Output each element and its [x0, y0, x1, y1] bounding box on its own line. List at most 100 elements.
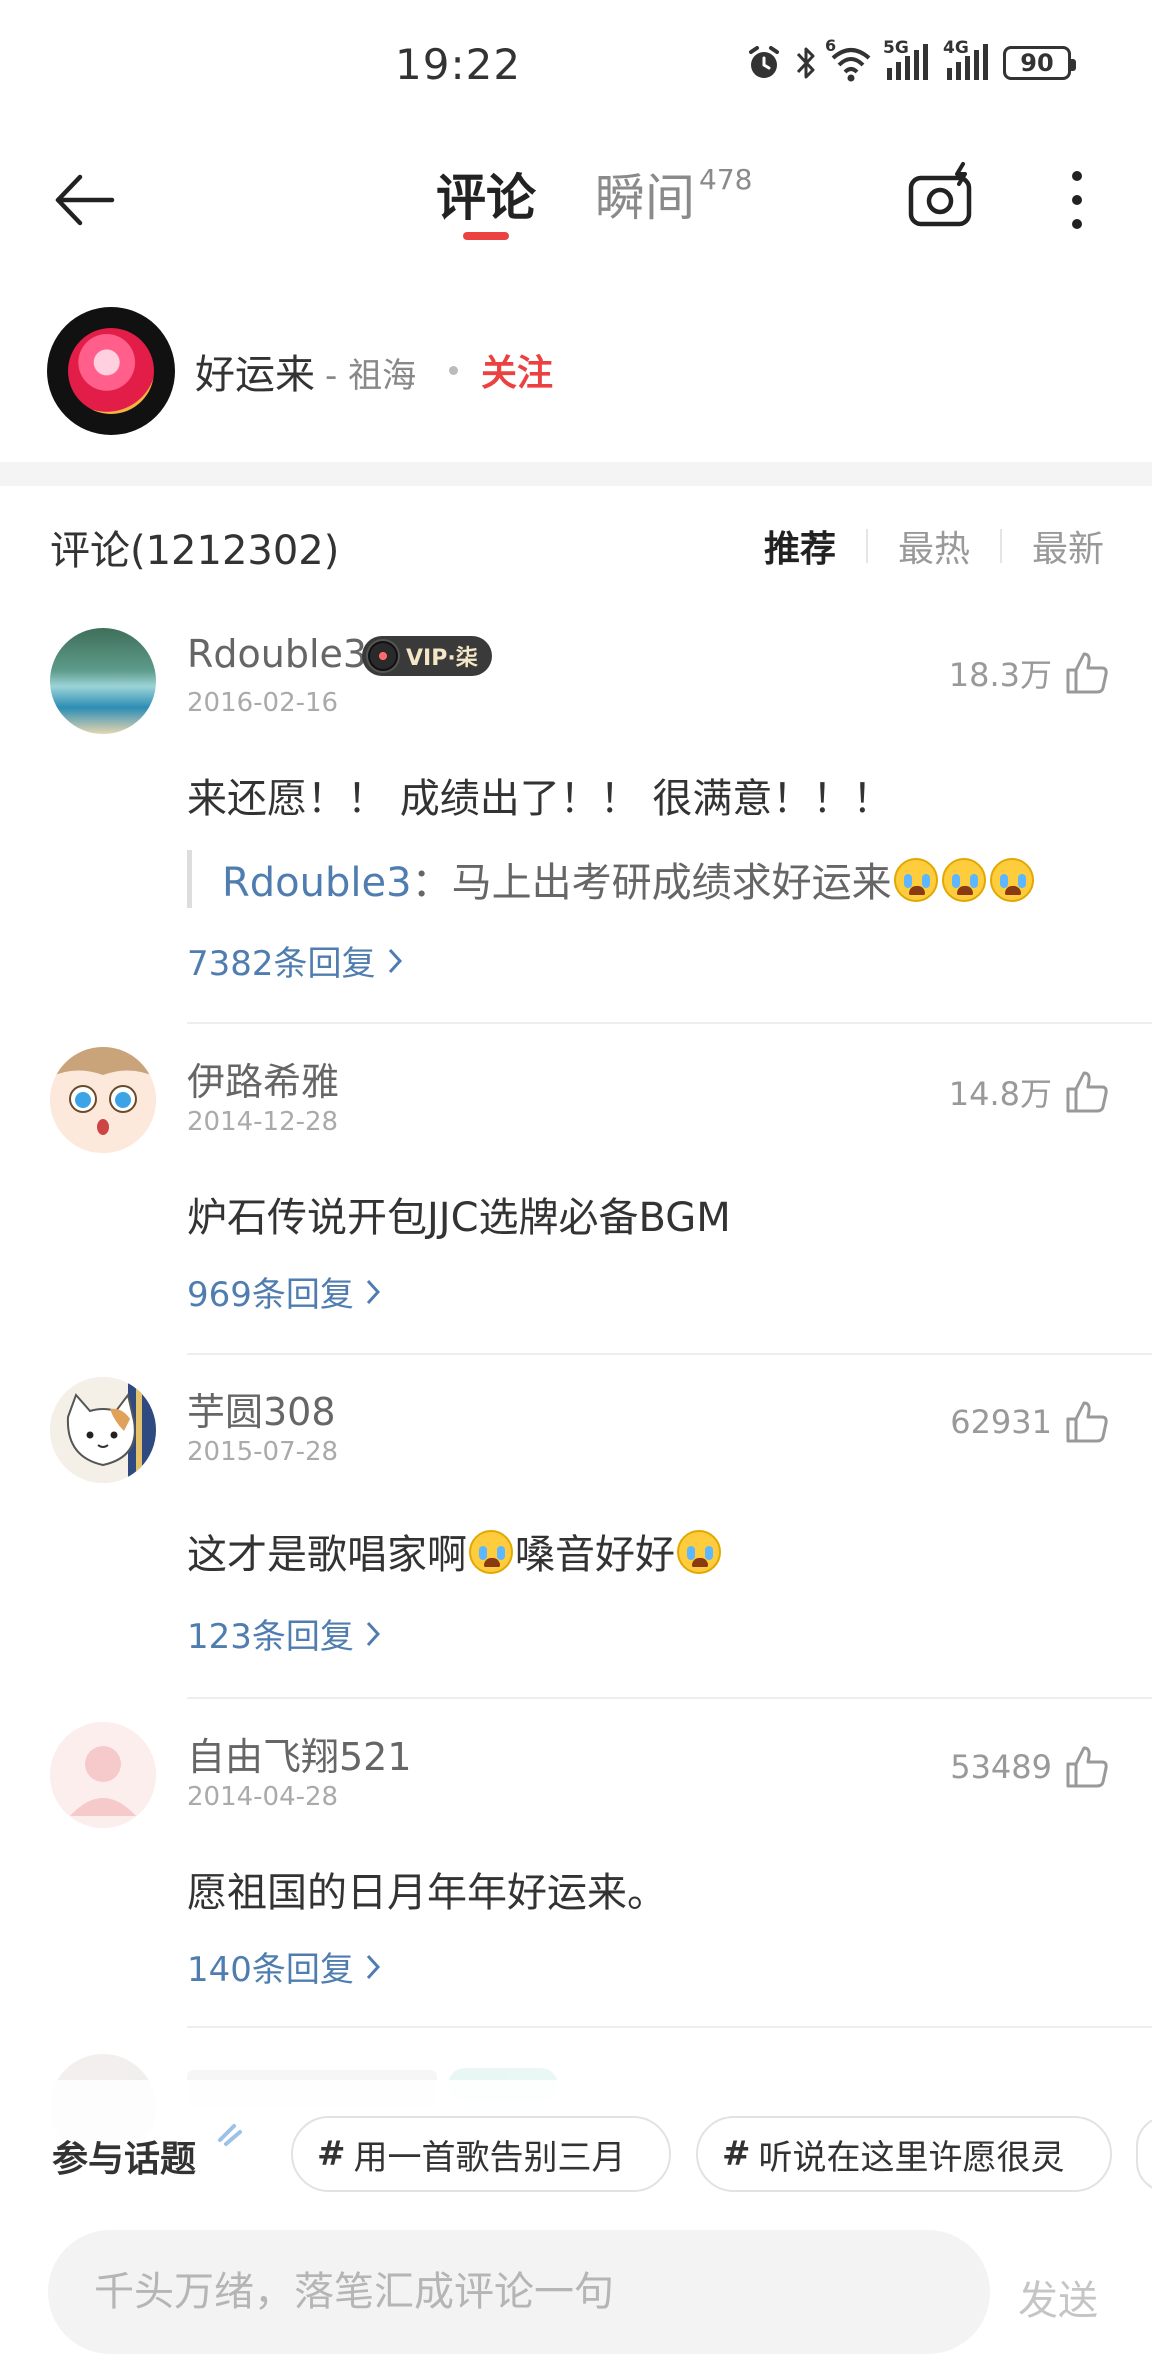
alarm-icon — [749, 46, 779, 78]
like-count: 62931 — [950, 1403, 1052, 1441]
comments-header: 评论(1212302) 推荐 最热 最新 — [0, 500, 1152, 590]
comment-item: 自由飞翔521 2014-04-28 53489 愿祖国的日月年年好运来。 14… — [0, 1722, 1152, 2028]
song-info-row[interactable]: 好运来 - 祖海 关注 — [0, 300, 1152, 440]
divider — [187, 2026, 1152, 2028]
replies-count: 123条回复 — [187, 1617, 354, 1657]
like-button[interactable]: 53489 — [950, 1744, 1110, 1790]
bluetooth-icon — [796, 47, 815, 79]
replies-count: 140条回复 — [187, 1950, 354, 1990]
sparkle-icon — [218, 2124, 242, 2146]
comment-date: 2016-02-16 — [187, 688, 339, 718]
status-icons: 6 5G 4G 90 — [745, 36, 1076, 82]
crying-emoji-icon — [989, 858, 1034, 902]
avatar[interactable] — [50, 1047, 156, 1153]
topic-chip-label: 听说在这里许愿很灵 — [758, 2137, 1065, 2178]
replies-link[interactable]: 123条回复 — [187, 1609, 382, 1658]
crying-emoji-icon — [677, 1530, 721, 1574]
hashtag-icon: # — [317, 2134, 346, 2174]
comment-text-part: 这才是歌唱家啊 — [187, 1532, 467, 1578]
divider — [187, 1353, 1152, 1355]
thumbs-up-icon — [1066, 1071, 1108, 1113]
follow-button[interactable]: 关注 — [481, 344, 553, 396]
divider — [187, 1022, 1152, 1024]
avatar[interactable] — [50, 628, 156, 734]
comment-text: 愿祖国的日月年年好运来。 — [187, 1870, 667, 1916]
chevron-right-icon — [366, 1954, 380, 1979]
bottom-input-panel: 参与话题 #用一首歌告别三月 #听说在这里许愿很灵 发送 — [0, 2080, 1152, 2376]
chevron-right-icon — [366, 1279, 380, 1304]
song-title: 好运来 — [195, 352, 315, 398]
signal-icon — [947, 44, 988, 80]
comment-date: 2014-04-28 — [187, 1782, 339, 1812]
hashtag-icon: # — [722, 2134, 751, 2174]
topic-chip-label: 用一首歌告别三月 — [353, 2137, 626, 2178]
battery-indicator: 90 — [1003, 46, 1076, 80]
comment-username[interactable]: 伊路希雅 — [187, 1051, 339, 1106]
crying-emoji-icon — [893, 858, 938, 902]
avatar[interactable] — [50, 1722, 156, 1828]
comment-input-box[interactable] — [48, 2230, 990, 2354]
tab-moments-badge: 478 — [699, 163, 753, 197]
comment-date: 2014-12-28 — [187, 1107, 339, 1137]
wifi-6-label: 6 — [825, 36, 837, 55]
cat-avatar — [50, 1377, 156, 1483]
topic-chip[interactable]: # 用一首歌告别三月 — [291, 2116, 671, 2192]
comment-text-part: 嗓音好好 — [515, 1532, 675, 1578]
avatar[interactable] — [50, 1377, 156, 1483]
separator-dot — [449, 366, 458, 375]
comment-text: 来还愿！！ 成绩出了！！ 很满意！！！ — [187, 776, 893, 822]
comment-username[interactable]: 芋圆308 — [187, 1381, 336, 1436]
vip-badge[interactable]: VIP·柒 — [362, 636, 492, 676]
topic-chip-partial[interactable] — [1136, 2116, 1152, 2192]
thumbs-up-icon — [1066, 1746, 1108, 1788]
anime-avatar — [50, 1047, 156, 1153]
section-divider — [0, 462, 1152, 486]
replies-link[interactable]: 7382条回复 — [187, 936, 404, 985]
tab-comments[interactable]: 评论 — [436, 158, 536, 230]
comment-item: 伊路希雅 2014-12-28 14.8万 炉石传说开包JJC选牌必备BGM 9… — [0, 1047, 1152, 1355]
crying-emoji-icon — [469, 1530, 513, 1574]
sort-tabs: 推荐 最热 最新 — [764, 520, 1104, 572]
comment-username[interactable]: Rdouble3 — [187, 632, 367, 676]
quote-username[interactable]: Rdouble3 — [222, 860, 412, 906]
like-button[interactable]: 14.8万 — [949, 1069, 1110, 1115]
default-avatar-icon — [50, 1722, 156, 1828]
back-arrow-icon[interactable] — [50, 165, 120, 235]
active-tab-indicator — [463, 232, 509, 240]
top-nav: 评论 瞬间 478 — [0, 140, 1152, 260]
comments-count: 评论(1212302) — [50, 528, 340, 574]
quoted-comment[interactable]: Rdouble3：马上出考研成绩求好运来 — [187, 850, 1036, 908]
comment-item: 芋圆308 2015-07-28 62931 这才是歌唱家啊 嗓音好好 123条回… — [0, 1377, 1152, 1699]
camera-icon[interactable] — [905, 160, 977, 232]
more-menu-icon[interactable] — [1060, 165, 1094, 235]
topic-label: 参与话题 — [47, 2130, 219, 2182]
comment-username[interactable]: 自由飞翔521 — [187, 1726, 412, 1781]
status-time: 19:22 — [395, 40, 522, 89]
vip-label: VIP·柒 — [406, 646, 478, 671]
like-count: 53489 — [950, 1748, 1052, 1786]
like-count: 18.3万 — [948, 656, 1052, 694]
comment-item: Rdouble3 VIP·柒 2016-02-16 18.3万 来还愿！！ 成绩… — [0, 628, 1152, 1024]
send-button[interactable]: 发送 — [1018, 2268, 1098, 2326]
like-count: 14.8万 — [948, 1075, 1052, 1113]
signal-icon — [887, 44, 928, 80]
tab-moments[interactable]: 瞬间 478 — [595, 158, 752, 230]
comment-date: 2015-07-28 — [187, 1437, 339, 1467]
sort-hottest[interactable]: 最热 — [868, 520, 1000, 572]
status-bar: 19:22 6 5G 4G 90 — [0, 0, 1152, 135]
song-cover[interactable] — [47, 307, 175, 435]
sort-newest[interactable]: 最新 — [1002, 520, 1104, 572]
like-button[interactable]: 18.3万 — [949, 650, 1110, 696]
replies-link[interactable]: 140条回复 — [187, 1942, 382, 1991]
tab-moments-label: 瞬间 — [595, 169, 695, 227]
replies-link[interactable]: 969条回复 — [187, 1267, 382, 1316]
comment-input[interactable] — [48, 2230, 990, 2354]
vinyl-icon — [366, 639, 400, 673]
like-button[interactable]: 62931 — [950, 1399, 1110, 1445]
replies-count: 7382条回复 — [187, 944, 376, 984]
chevron-right-icon — [388, 948, 402, 973]
song-artist[interactable]: - 祖海 — [325, 348, 416, 397]
topic-chip[interactable]: # 听说在这里许愿很灵 — [696, 2116, 1112, 2192]
replies-count: 969条回复 — [187, 1275, 354, 1315]
sort-recommended[interactable]: 推荐 — [764, 520, 866, 572]
